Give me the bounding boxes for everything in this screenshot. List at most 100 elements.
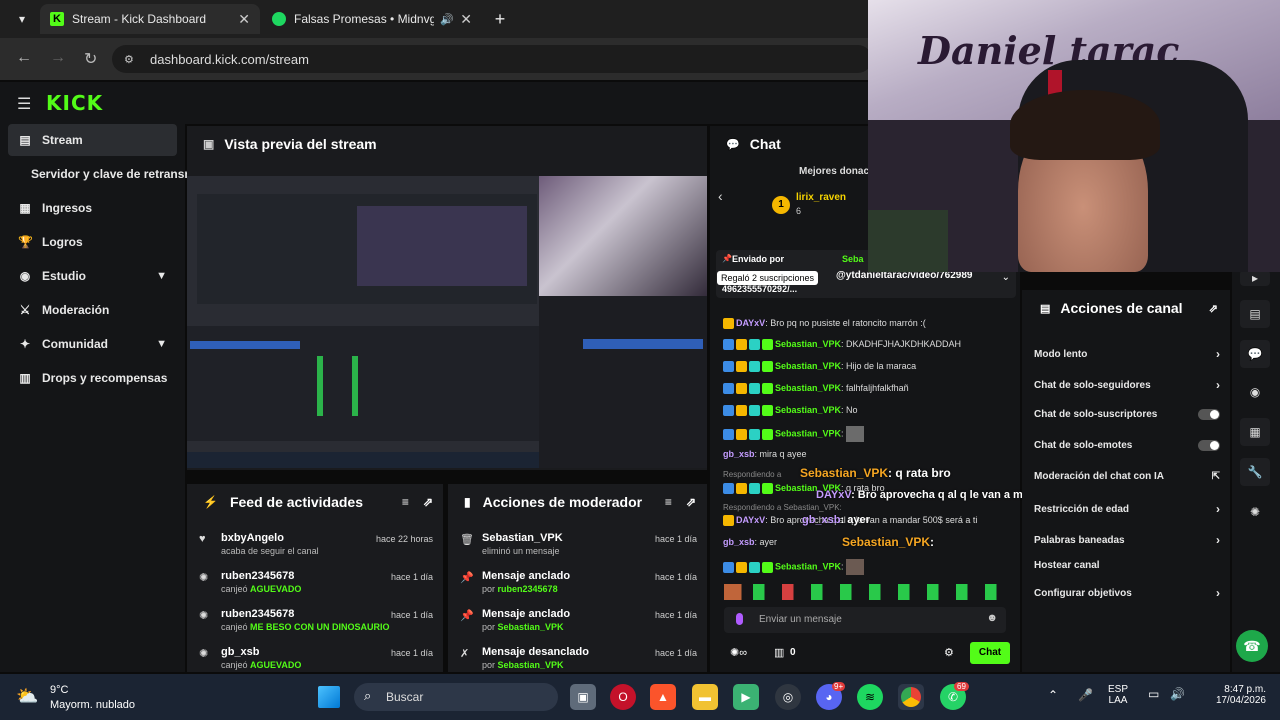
filter-icon[interactable]: ≡	[665, 495, 672, 509]
mic-icon[interactable]: 🎤	[1078, 688, 1093, 702]
folder-icon[interactable]: ▬	[692, 684, 718, 710]
chat-message: gb_xsb: mira q ayee	[723, 449, 807, 459]
tab-kick-dashboard[interactable]: K Stream - Kick Dashboard ✕	[40, 4, 260, 34]
points-icon[interactable]: ✺∞	[730, 646, 747, 659]
broadcast-icon[interactable]: ◉	[1240, 378, 1270, 406]
notes-icon[interactable]: ▤	[1240, 300, 1270, 328]
layout-icon[interactable]: ▦	[1240, 418, 1270, 446]
gift-icon[interactable]: ▥	[774, 646, 784, 659]
tab-list-button[interactable]: ▾	[8, 4, 36, 34]
chat-icon[interactable]: 💬	[1240, 340, 1270, 368]
sidebar-item-ingresos[interactable]: ▦ Ingresos	[8, 192, 177, 224]
age-restriction-row[interactable]: Restricción de edad ›	[1034, 502, 1220, 516]
emote-bar[interactable]	[724, 584, 1014, 600]
forward-icon[interactable]: →	[50, 49, 66, 67]
settings-icon[interactable]: ⚙	[944, 646, 954, 659]
stream-preview-video[interactable]	[187, 176, 707, 468]
network-icon[interactable]: ▭	[1148, 687, 1159, 701]
followers-only-row[interactable]: Chat de solo-seguidores ›	[1034, 378, 1220, 392]
overlay-user: Sebastian_VPK	[842, 535, 931, 549]
activity-text: canjeó	[221, 622, 248, 632]
support-button[interactable]: ☎	[1236, 630, 1268, 662]
action-label: Chat de solo-emotes	[1034, 440, 1133, 451]
chat-username[interactable]: Sebastian_VPK	[775, 561, 841, 571]
sidebar-item-label: Servidor y clave de retransn	[31, 167, 192, 181]
close-tab-icon[interactable]: ✕	[460, 11, 472, 28]
share-icon[interactable]: ✺	[1240, 498, 1270, 526]
popout-icon[interactable]: ⇗	[686, 495, 696, 509]
chat-username[interactable]: Sebastian_VPK	[775, 428, 841, 438]
weather-widget[interactable]: ⛅ 9°C Mayorm. nublado	[16, 682, 156, 712]
reply-user: Sebastian_VPK:	[783, 503, 842, 512]
reply-label: Respondiendo a	[723, 470, 782, 479]
kick-logo[interactable]: KICK	[46, 91, 103, 115]
steam-icon[interactable]: ◎	[775, 684, 801, 710]
emoji-icon[interactable]: ☻	[986, 612, 998, 624]
chat-username[interactable]: DAYxV	[736, 515, 765, 525]
speaker-icon[interactable]: 🔊	[440, 13, 454, 26]
send-chat-button[interactable]: Chat	[970, 642, 1010, 664]
chevron-down-icon[interactable]: ⌄	[1002, 272, 1010, 283]
sidebar-item-label: Moderación	[42, 303, 110, 317]
popout-icon[interactable]: ⇗	[1209, 302, 1218, 315]
discord-badge: 9+	[832, 682, 846, 691]
sidebar-item-estudio[interactable]: ◉ Estudio ▼	[8, 260, 177, 292]
emotes-only-toggle[interactable]	[1198, 440, 1220, 451]
action-label: Chat de solo-suscriptores	[1034, 409, 1158, 420]
chevron-up-icon[interactable]: ⌃	[1048, 688, 1058, 702]
action-text: eliminó un mensaje	[482, 546, 560, 556]
action-label: Moderación del chat con IA	[1034, 471, 1165, 482]
popout-icon[interactable]: ⇗	[423, 495, 433, 509]
sidebar-item-server-key[interactable]: Servidor y clave de retransn	[8, 158, 192, 190]
host-channel-row[interactable]: Hostear canal	[1034, 560, 1220, 571]
sidebar-item-logros[interactable]: 🏆 Logros	[8, 226, 177, 258]
configure-goals-row[interactable]: Configurar objetivos ›	[1034, 586, 1220, 600]
chat-username[interactable]: DAYxV	[736, 318, 765, 328]
preview-icon: ▣	[203, 137, 215, 151]
volume-icon[interactable]: 🔊	[1170, 687, 1185, 701]
ai-moderation-row[interactable]: Moderación del chat con IA ⇱	[1034, 471, 1220, 482]
wrench-icon[interactable]: 🔧	[1240, 458, 1270, 486]
filter-icon[interactable]: ≡	[402, 495, 409, 509]
log-icon: ▮	[464, 495, 471, 509]
spotify-icon[interactable]: ≋	[857, 684, 883, 710]
top-donor[interactable]: 1 lirix_raven 6	[772, 192, 872, 220]
brave-icon[interactable]: ▲	[650, 684, 676, 710]
chat-username[interactable]: Sebastian_VPK	[775, 361, 841, 371]
community-icon: ✦	[19, 337, 31, 351]
tool-icon[interactable]: ▸	[1240, 270, 1270, 286]
chat-username[interactable]: Sebastian_VPK	[775, 405, 841, 415]
new-tab-button[interactable]: +	[488, 4, 512, 34]
chat-username[interactable]: gb_xsb	[723, 449, 755, 459]
url-field[interactable]: ⚙ dashboard.kick.com/stream	[112, 45, 872, 73]
subscribers-only-toggle[interactable]	[1198, 409, 1220, 420]
chat-username[interactable]: gb_xsb	[723, 537, 755, 547]
chat-username[interactable]: Sebastian_VPK	[775, 339, 841, 349]
list-item: ✺ ruben2345678 canjeó ME BESO CON UN DIN…	[199, 608, 433, 632]
chat-input[interactable]: Enviar un mensaje ☻	[724, 607, 1006, 633]
back-icon[interactable]: ←	[16, 49, 32, 67]
language-indicator[interactable]: ESP LAA	[1108, 684, 1128, 706]
chevron-left-icon[interactable]: ‹	[718, 188, 723, 204]
start-button[interactable]	[318, 686, 340, 708]
sidebar-item-moderacion[interactable]: ⚔ Moderación	[8, 294, 177, 326]
chat-username[interactable]: Sebastian_VPK	[775, 383, 841, 393]
modo-lento-row[interactable]: Modo lento ›	[1034, 347, 1220, 361]
clock[interactable]: 8:47 p.m. 17/04/2026	[1200, 684, 1266, 706]
sidebar-item-drops[interactable]: ▥ Drops y recompensas	[8, 362, 177, 394]
sidebar-item-comunidad[interactable]: ✦ Comunidad ▼	[8, 328, 177, 360]
menu-icon[interactable]: ☰	[17, 94, 31, 114]
reload-icon[interactable]: ↻	[84, 49, 97, 69]
pin-icon: 📌	[722, 254, 732, 263]
chrome-icon[interactable]	[898, 684, 924, 710]
site-info-icon[interactable]: ⚙	[124, 53, 134, 66]
sidebar-item-stream[interactable]: ▤ Stream	[8, 124, 177, 156]
task-view-icon[interactable]: ▣	[570, 684, 596, 710]
opera-icon[interactable]: O	[610, 684, 636, 710]
close-tab-icon[interactable]: ✕	[238, 11, 250, 28]
taskbar-search[interactable]: ⌕ Buscar	[354, 683, 558, 711]
app-icon[interactable]: ▶	[733, 684, 759, 710]
tab-spotify[interactable]: Falsas Promesas • Midnvght 🔊 ✕	[262, 4, 482, 34]
banned-words-row[interactable]: Palabras baneadas ›	[1034, 533, 1220, 547]
activity-text: canjeó	[221, 584, 248, 594]
